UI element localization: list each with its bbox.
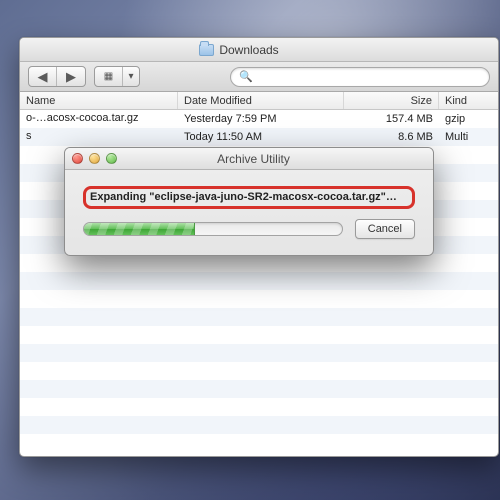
status-label: Expanding "eclipse-java-juno-SR2-macosx-… bbox=[90, 191, 408, 203]
table-row bbox=[20, 362, 498, 380]
column-header-date[interactable]: Date Modified bbox=[178, 92, 344, 109]
table-row bbox=[20, 254, 498, 272]
view-segment: ▦ ▾ bbox=[94, 66, 140, 87]
column-header-size[interactable]: Size bbox=[344, 92, 439, 109]
table-row bbox=[20, 290, 498, 308]
cell-size: 157.4 MB bbox=[344, 110, 439, 128]
forward-button[interactable]: ▶ bbox=[57, 67, 85, 86]
search-icon: 🔍 bbox=[239, 70, 253, 83]
table-row bbox=[20, 326, 498, 344]
back-button[interactable]: ◀ bbox=[29, 67, 57, 86]
search-input[interactable]: 🔍 bbox=[230, 67, 490, 87]
view-dropdown-button[interactable]: ▾ bbox=[123, 67, 139, 86]
highlight-annotation: Expanding "eclipse-java-juno-SR2-macosx-… bbox=[83, 186, 415, 209]
column-headers: Name Date Modified Size Kind bbox=[20, 92, 498, 110]
table-row bbox=[20, 416, 498, 434]
archive-utility-dialog: Archive Utility Expanding "eclipse-java-… bbox=[64, 147, 434, 256]
column-header-name[interactable]: Name bbox=[20, 92, 178, 109]
finder-titlebar[interactable]: Downloads bbox=[20, 38, 498, 62]
table-row[interactable]: o-…acosx-cocoa.tar.gz Yesterday 7:59 PM … bbox=[20, 110, 498, 128]
table-row bbox=[20, 272, 498, 290]
dialog-body: Expanding "eclipse-java-juno-SR2-macosx-… bbox=[65, 170, 433, 255]
cell-name: s bbox=[20, 128, 178, 146]
table-row bbox=[20, 308, 498, 326]
cell-size: 8.6 MB bbox=[344, 128, 439, 146]
chevron-right-icon: ▶ bbox=[66, 69, 76, 85]
finder-title-text: Downloads bbox=[219, 43, 278, 57]
chevron-left-icon: ◀ bbox=[38, 69, 48, 85]
nav-segment: ◀ ▶ bbox=[28, 66, 86, 87]
cell-kind: Multi bbox=[439, 128, 498, 146]
table-row bbox=[20, 344, 498, 362]
finder-toolbar: ◀ ▶ ▦ ▾ 🔍 bbox=[20, 62, 498, 92]
cell-kind: gzip bbox=[439, 110, 498, 128]
cell-name: o-…acosx-cocoa.tar.gz bbox=[20, 110, 178, 128]
finder-title: Downloads bbox=[19, 43, 490, 57]
table-row bbox=[20, 380, 498, 398]
column-header-kind[interactable]: Kind bbox=[439, 92, 498, 109]
cell-date: Yesterday 7:59 PM bbox=[178, 110, 344, 128]
cancel-button[interactable]: Cancel bbox=[355, 219, 415, 239]
progress-fill bbox=[84, 223, 195, 235]
grid-icon: ▦ bbox=[104, 71, 113, 82]
chevron-down-icon: ▾ bbox=[128, 71, 133, 82]
cell-date: Today 11:50 AM bbox=[178, 128, 344, 146]
table-row[interactable]: s Today 11:50 AM 8.6 MB Multi bbox=[20, 128, 498, 146]
dialog-title-text: Archive Utility bbox=[81, 152, 426, 166]
progress-row: Cancel bbox=[83, 219, 415, 239]
folder-icon bbox=[199, 44, 214, 56]
view-mode-button[interactable]: ▦ bbox=[95, 67, 123, 86]
table-row bbox=[20, 398, 498, 416]
dialog-titlebar[interactable]: Archive Utility bbox=[65, 148, 433, 170]
progress-bar bbox=[83, 222, 343, 236]
